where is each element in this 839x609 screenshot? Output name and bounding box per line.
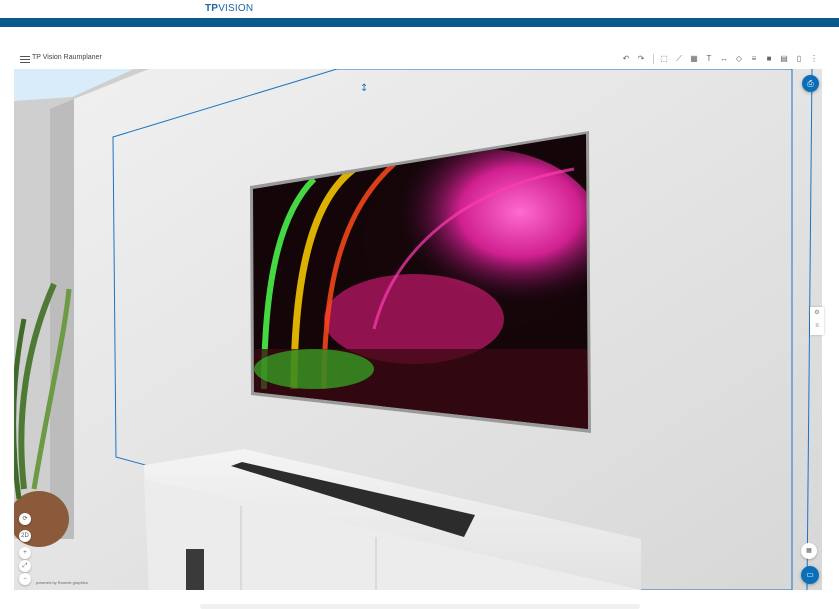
print-icon[interactable]: ⎙: [802, 75, 819, 92]
shape-icon[interactable]: ◇: [733, 53, 745, 65]
side-panel-tab[interactable]: ⚙ ≡: [810, 307, 824, 335]
3d-viewport[interactable]: ↕ ⟳ 2D + ⤢ − ▦: [14, 69, 822, 590]
floor-pattern-icon[interactable]: ▦: [688, 53, 700, 65]
add-room-icon[interactable]: ⬚: [658, 53, 670, 65]
room-scene: ↕: [14, 69, 822, 590]
camera-icon[interactable]: ■: [763, 53, 775, 65]
layers-icon[interactable]: ▤: [778, 53, 790, 65]
bottom-scroll-bar[interactable]: [200, 604, 640, 609]
more-icon[interactable]: ⋮: [808, 53, 820, 65]
menu-icon[interactable]: [20, 54, 30, 64]
draw-wall-icon[interactable]: ⟋: [673, 53, 685, 65]
app-title: TP Vision Raumplaner: [32, 54, 102, 61]
align-icon[interactable]: ≡: [748, 53, 760, 65]
zoom-in-button[interactable]: +: [19, 547, 31, 559]
brand-bar: [0, 18, 839, 27]
screen-icon[interactable]: ▭: [801, 566, 819, 584]
list-icon[interactable]: ≡: [810, 320, 824, 333]
site-header: TPVISION: [0, 0, 839, 18]
document-icon[interactable]: ▯: [793, 53, 805, 65]
measure-icon[interactable]: ↔: [718, 53, 730, 65]
grid-toggle-button[interactable]: ▦: [801, 543, 817, 559]
settings-icon[interactable]: ⚙: [810, 307, 824, 320]
wall-pillar: [50, 99, 74, 539]
resize-handle-icon[interactable]: ↕: [360, 83, 368, 94]
redo-icon[interactable]: ↷: [635, 53, 647, 65]
tp-vision-logo[interactable]: TPVISION: [205, 3, 253, 14]
toolbar-divider: [653, 54, 654, 64]
rotate-view-button[interactable]: ⟳: [19, 513, 31, 525]
undo-icon[interactable]: ↶: [620, 53, 632, 65]
text-icon[interactable]: T: [703, 53, 715, 65]
view-mode-button[interactable]: 2D: [19, 530, 31, 542]
fit-view-button[interactable]: ⤢: [19, 560, 31, 572]
zoom-out-button[interactable]: −: [19, 573, 31, 585]
planner-toolbar: TP Vision Raumplaner ↶ ↷ ⬚ ⟋ ▦ T ↔ ◇ ≡ ■…: [14, 52, 822, 68]
powered-by-text: powered by Roomle graphics: [36, 580, 88, 585]
sideboard-leg: [186, 549, 204, 590]
